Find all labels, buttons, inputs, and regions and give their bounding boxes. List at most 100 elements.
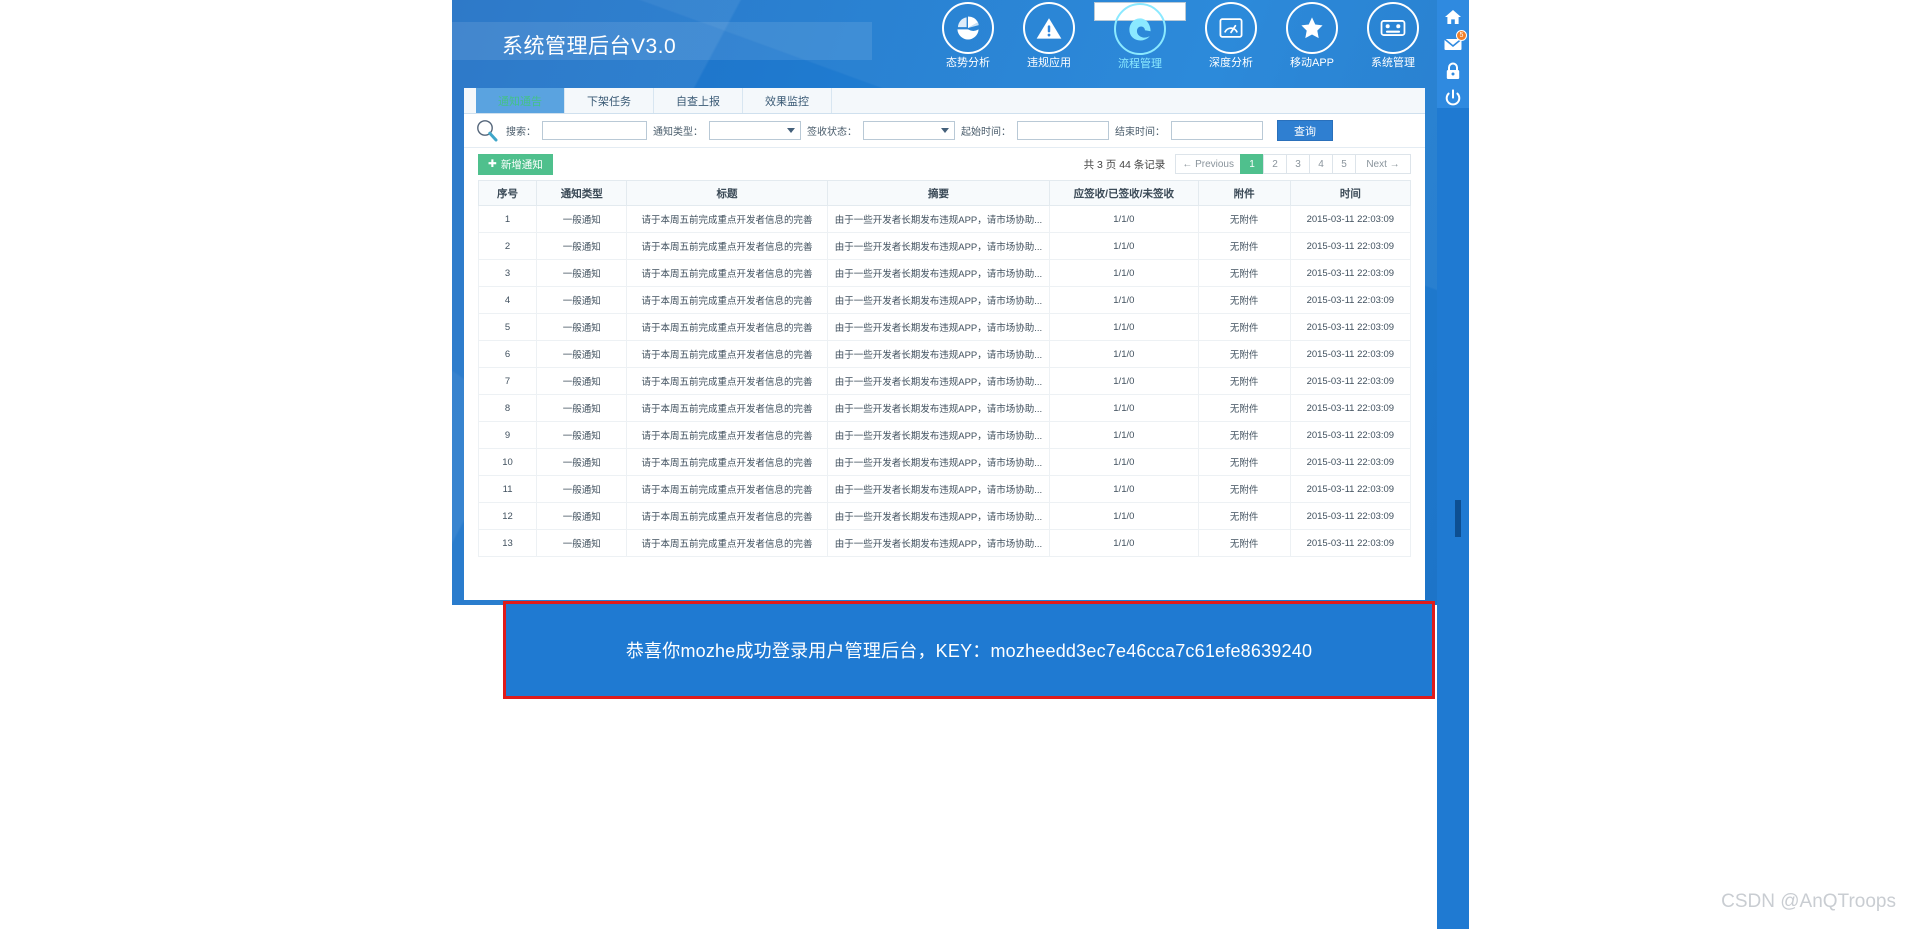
cell-0: 11 (477, 475, 538, 503)
cell-4: 1/1/0 (1049, 340, 1199, 368)
add-notice-button[interactable]: ✚ 新增通知 (478, 153, 553, 175)
cell-1: 一般通知 (536, 286, 628, 314)
cell-3: 由于一些开发者长期发布违规APP，请市场协助... (826, 394, 1051, 422)
cell-3: 由于一些开发者长期发布违规APP，请市场协助... (826, 475, 1051, 503)
cell-4: 1/1/0 (1049, 475, 1199, 503)
cell-5: 无附件 (1197, 259, 1291, 287)
nav-item-edge-browser[interactable]: 流程管理 (1094, 2, 1186, 70)
table-row[interactable]: 1 一般通知 请于本周五前完成重点开发者信息的完善 由于一些开发者长期发布违规APP，… (477, 205, 1412, 233)
nav-item-label: 态势分析 (946, 57, 990, 69)
table-header-row: 序号 通知类型 标题 摘要 应签收/已签收/未签收 附件 时间 (477, 180, 1412, 206)
search-toolbar: 搜索： 通知类型： 签收状态： 起始时间： 结束时间： 查询 (464, 114, 1425, 148)
table-row[interactable]: 5 一般通知 请于本周五前完成重点开发者信息的完善 由于一些开发者长期发布违规APP，… (477, 313, 1412, 341)
cell-4: 1/1/0 (1049, 394, 1199, 422)
key-banner-text: 恭喜你mozhe成功登录用户管理后台，KEY：mozheedd3ec7e46cc… (625, 641, 1313, 661)
cell-6: 2015-03-11 22:03:09 (1289, 205, 1412, 233)
column-header-4: 应签收/已签收/未签收 (1049, 180, 1199, 206)
cell-1: 一般通知 (536, 367, 628, 395)
cell-2: 请于本周五前完成重点开发者信息的完善 (626, 421, 828, 449)
cell-5: 无附件 (1197, 367, 1291, 395)
pagination-next[interactable]: Next → (1355, 154, 1411, 174)
add-notice-label: 新增通知 (500, 158, 543, 171)
lock-icon[interactable] (1443, 61, 1463, 81)
column-header-3: 摘要 (826, 180, 1051, 206)
cell-0: 9 (477, 421, 538, 449)
table-row[interactable]: 12 一般通知 请于本周五前完成重点开发者信息的完善 由于一些开发者长期发布违规APP… (477, 502, 1412, 530)
end-time-input[interactable] (1171, 121, 1263, 140)
nav-item-server-rack[interactable]: 系统管理 (1357, 2, 1429, 69)
nav-item-label: 深度分析 (1209, 57, 1253, 69)
cell-0: 6 (477, 340, 538, 368)
pagination-page-1[interactable]: 1 (1240, 154, 1263, 174)
rail-scrollbar-thumb[interactable] (1455, 500, 1461, 537)
page-title: 系统管理后台V3.0 (502, 35, 677, 58)
tab-0[interactable]: 通知通告 (476, 88, 565, 113)
column-header-1: 通知类型 (536, 180, 628, 206)
cell-1: 一般通知 (536, 205, 628, 233)
cell-4: 1/1/0 (1049, 313, 1199, 341)
search-input[interactable] (542, 121, 647, 140)
sign-status-label: 签收状态： (807, 127, 857, 138)
table-row[interactable]: 6 一般通知 请于本周五前完成重点开发者信息的完善 由于一些开发者长期发布违规APP，… (477, 340, 1412, 368)
nav-item-warning-triangle[interactable]: 违规应用 (1013, 2, 1085, 69)
table-row[interactable]: 11 一般通知 请于本周五前完成重点开发者信息的完善 由于一些开发者长期发布违规APP… (477, 475, 1412, 503)
cell-2: 请于本周五前完成重点开发者信息的完善 (626, 205, 828, 233)
cell-0: 4 (477, 286, 538, 314)
cell-6: 2015-03-11 22:03:09 (1289, 448, 1412, 476)
tab-1[interactable]: 下架任务 (565, 88, 654, 113)
cell-5: 无附件 (1197, 502, 1291, 530)
table-row[interactable]: 7 一般通知 请于本周五前完成重点开发者信息的完善 由于一些开发者长期发布违规APP，… (477, 367, 1412, 395)
query-button[interactable]: 查询 (1277, 120, 1333, 141)
table-row[interactable]: 3 一般通知 请于本周五前完成重点开发者信息的完善 由于一些开发者长期发布违规APP，… (477, 259, 1412, 287)
table-row[interactable]: 4 一般通知 请于本周五前完成重点开发者信息的完善 由于一些开发者长期发布违规APP，… (477, 286, 1412, 314)
table-row[interactable]: 13 一般通知 请于本周五前完成重点开发者信息的完善 由于一些开发者长期发布违规APP… (477, 529, 1412, 557)
sign-status-select[interactable] (863, 121, 955, 140)
cell-6: 2015-03-11 22:03:09 (1289, 286, 1412, 314)
pagination-previous[interactable]: ← Previous (1175, 154, 1240, 174)
nav-item-gauge[interactable]: 深度分析 (1195, 2, 1267, 69)
cell-6: 2015-03-11 22:03:09 (1289, 394, 1412, 422)
cell-0: 13 (477, 529, 538, 557)
table-row[interactable]: 9 一般通知 请于本周五前完成重点开发者信息的完善 由于一些开发者长期发布违规APP，… (477, 421, 1412, 449)
power-icon[interactable] (1443, 88, 1463, 108)
cell-3: 由于一些开发者长期发布违规APP，请市场协助... (826, 448, 1051, 476)
table-row[interactable]: 2 一般通知 请于本周五前完成重点开发者信息的完善 由于一些开发者长期发布违规APP，… (477, 232, 1412, 260)
watermark: CSDN @AnQTroops (1721, 891, 1896, 912)
nav-item-pie-chart[interactable]: 态势分析 (932, 2, 1004, 69)
cell-3: 由于一些开发者长期发布违规APP，请市场协助... (826, 313, 1051, 341)
cell-0: 12 (477, 502, 538, 530)
cell-0: 1 (477, 205, 538, 233)
cell-5: 无附件 (1197, 313, 1291, 341)
start-time-label: 起始时间： (961, 127, 1011, 138)
cell-2: 请于本周五前完成重点开发者信息的完善 (626, 448, 828, 476)
cell-4: 1/1/0 (1049, 286, 1199, 314)
nav-item-label: 系统管理 (1371, 57, 1415, 69)
home-icon[interactable] (1443, 7, 1463, 27)
cell-5: 无附件 (1197, 286, 1291, 314)
cell-1: 一般通知 (536, 232, 628, 260)
notice-type-select[interactable] (709, 121, 801, 140)
tab-2[interactable]: 自查上报 (654, 88, 743, 113)
mail-icon[interactable]: 5 (1443, 30, 1467, 54)
column-header-6: 时间 (1289, 180, 1412, 206)
pagination-page-4[interactable]: 4 (1309, 154, 1332, 174)
pagination-page-5[interactable]: 5 (1332, 154, 1355, 174)
cell-6: 2015-03-11 22:03:09 (1289, 340, 1412, 368)
start-time-input[interactable] (1017, 121, 1109, 140)
cell-2: 请于本周五前完成重点开发者信息的完善 (626, 475, 828, 503)
cell-1: 一般通知 (536, 529, 628, 557)
cell-6: 2015-03-11 22:03:09 (1289, 502, 1412, 530)
nav-item-star[interactable]: 移动APP (1276, 2, 1348, 69)
star-icon (1286, 2, 1338, 54)
pagination-page-2[interactable]: 2 (1263, 154, 1286, 174)
nav-item-label: 移动APP (1289, 57, 1334, 69)
cell-4: 1/1/0 (1049, 232, 1199, 260)
top-nav-icons: 态势分析 违规应用 流程管理 深度分析 移动APP 系统管理 (932, 2, 1429, 70)
table-row[interactable]: 8 一般通知 请于本周五前完成重点开发者信息的完善 由于一些开发者长期发布违规APP，… (477, 394, 1412, 422)
action-row: ✚ 新增通知 共 3 页 44 条记录 ← Previous 1 2 3 4 5… (464, 148, 1425, 180)
tab-3[interactable]: 效果监控 (743, 88, 832, 113)
table-row[interactable]: 10 一般通知 请于本周五前完成重点开发者信息的完善 由于一些开发者长期发布违规APP… (477, 448, 1412, 476)
cell-3: 由于一些开发者长期发布违规APP，请市场协助... (826, 529, 1051, 557)
pagination-page-3[interactable]: 3 (1286, 154, 1309, 174)
table-head: 序号 通知类型 标题 摘要 应签收/已签收/未签收 附件 时间 (477, 180, 1412, 206)
